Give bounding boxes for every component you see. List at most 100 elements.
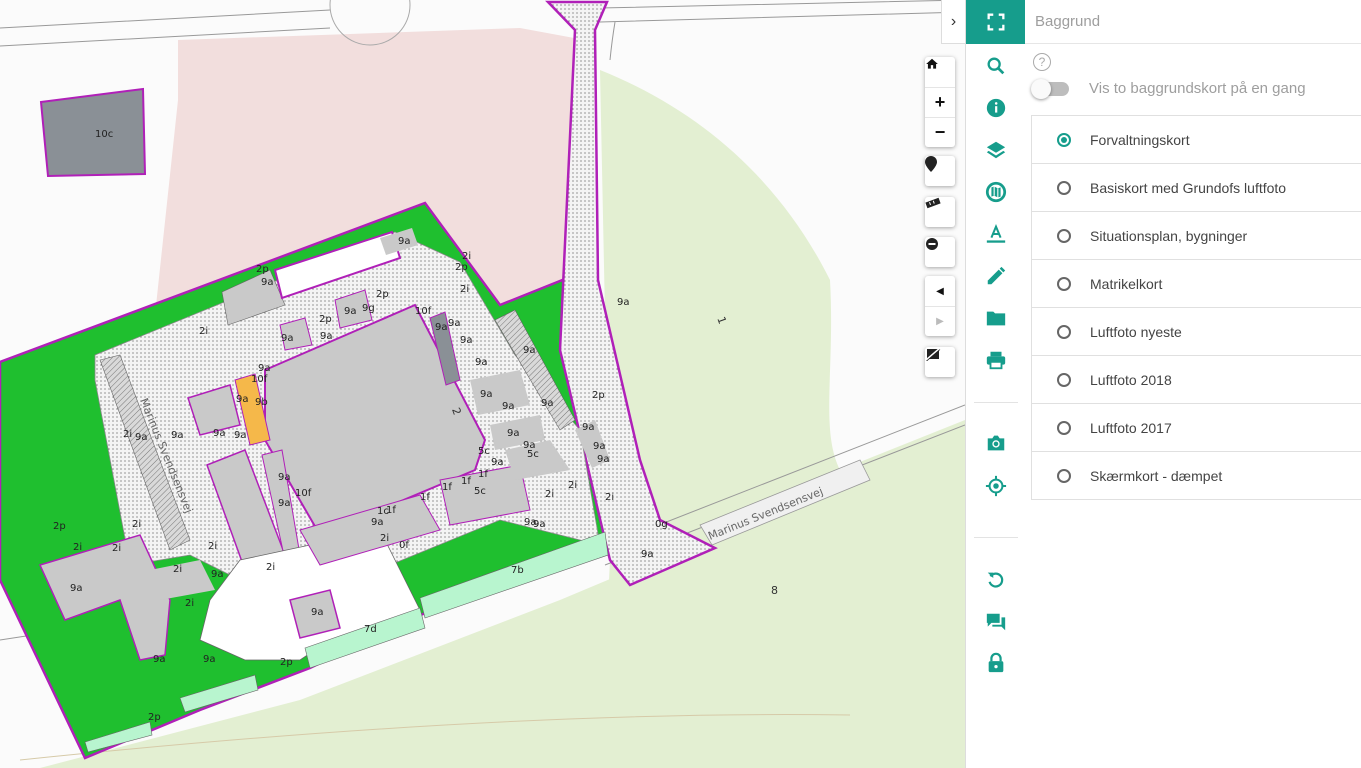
background-option[interactable]: Forvaltningskort bbox=[1031, 116, 1361, 164]
zoom-in-button[interactable]: + bbox=[925, 87, 955, 117]
info-icon bbox=[986, 98, 1006, 118]
zone-label: 9a bbox=[258, 363, 271, 374]
zone-label: 2i bbox=[462, 251, 471, 262]
place-marker-button[interactable] bbox=[925, 156, 955, 186]
zone-label: 9a bbox=[211, 569, 224, 580]
zone-label: 9a bbox=[593, 441, 606, 452]
radio-button[interactable] bbox=[1057, 420, 1071, 435]
fullscreen-icon bbox=[987, 13, 1005, 31]
radio-button[interactable] bbox=[1057, 372, 1071, 387]
clear-button[interactable] bbox=[925, 237, 955, 267]
info-button[interactable] bbox=[966, 87, 1026, 129]
zoom-controls: + − bbox=[925, 57, 955, 147]
zone-label: 9a bbox=[617, 297, 630, 308]
radio-button[interactable] bbox=[1057, 228, 1071, 243]
zone-label: 9b bbox=[255, 397, 268, 408]
option-label: Luftfoto 2018 bbox=[1090, 371, 1172, 388]
background-option[interactable]: Situationsplan, bygninger bbox=[1031, 212, 1361, 260]
zone-label: 9a bbox=[171, 430, 184, 441]
zone-label: 9a bbox=[533, 519, 546, 530]
option-label: Situationsplan, bygninger bbox=[1090, 227, 1248, 244]
zone-label: 9a bbox=[213, 428, 226, 439]
print-button[interactable] bbox=[966, 339, 1026, 381]
zone-label: 9a bbox=[491, 457, 504, 468]
pencil-icon bbox=[987, 266, 1006, 285]
zone-label: 2p bbox=[53, 521, 66, 532]
panel-title: Baggrund bbox=[1025, 0, 1361, 44]
background-option[interactable]: Luftfoto nyeste bbox=[1031, 308, 1361, 356]
collapse-panel-button[interactable]: › bbox=[941, 0, 965, 44]
plus-icon: + bbox=[934, 92, 946, 112]
zoom-out-button[interactable]: − bbox=[925, 117, 955, 147]
zone-label: 1f bbox=[442, 482, 452, 493]
rail-divider bbox=[974, 402, 1018, 403]
zone-label: 2i bbox=[123, 429, 132, 440]
background-option[interactable]: Luftfoto 2018 bbox=[1031, 356, 1361, 404]
screenshot-button[interactable] bbox=[966, 422, 1026, 464]
home-button[interactable] bbox=[925, 57, 955, 87]
layers-button[interactable] bbox=[966, 129, 1026, 171]
zone-label: 5c bbox=[474, 486, 486, 497]
radio-button[interactable] bbox=[1057, 180, 1071, 195]
background-option[interactable]: Luftfoto 2017 bbox=[1031, 404, 1361, 452]
folder-button[interactable] bbox=[966, 297, 1026, 339]
map-canvas[interactable]: Marinus Svendsensvej Marinus Svendsensve… bbox=[0, 0, 965, 768]
legend-toggle-button[interactable] bbox=[925, 347, 955, 377]
zone-label: 9a bbox=[203, 654, 216, 665]
clear-control bbox=[925, 237, 955, 267]
zone-label: 9a bbox=[261, 277, 274, 288]
next-extent-button[interactable]: ▶ bbox=[925, 306, 955, 336]
parcel-number-8: 8 bbox=[771, 584, 778, 597]
background-option[interactable]: Basiskort med Grundofs luftfoto bbox=[1031, 164, 1361, 212]
zone-label: 1c bbox=[377, 506, 389, 517]
printer-icon bbox=[986, 351, 1006, 370]
chevron-right-icon: › bbox=[950, 12, 957, 30]
radio-button[interactable] bbox=[1057, 468, 1071, 483]
feedback-button[interactable] bbox=[966, 601, 1026, 643]
background-option[interactable]: Skærmkort - dæmpet bbox=[1031, 452, 1361, 500]
zone-label: 2p bbox=[376, 289, 389, 300]
dual-background-toggle[interactable] bbox=[1031, 78, 1069, 99]
radio-button[interactable] bbox=[1057, 276, 1071, 291]
radio-button[interactable] bbox=[1057, 132, 1071, 147]
background-map-list: Forvaltningskort Basiskort med Grundofs … bbox=[1031, 115, 1361, 500]
zone-label: 9a bbox=[641, 549, 654, 560]
zone-label: 0g bbox=[655, 519, 668, 530]
zone-label: 9a bbox=[582, 422, 595, 433]
zone-label: 9a bbox=[502, 401, 515, 412]
home-icon bbox=[926, 58, 938, 69]
locate-me-button[interactable] bbox=[966, 465, 1026, 507]
marker-control bbox=[925, 156, 955, 186]
option-label: Basiskort med Grundofs luftfoto bbox=[1090, 179, 1287, 196]
history-controls: ◀ ▶ bbox=[925, 276, 955, 336]
zone-label: 1f bbox=[478, 469, 488, 480]
draw-button[interactable] bbox=[966, 255, 1026, 297]
text-label-button[interactable] bbox=[966, 213, 1026, 255]
zone-label: 7b bbox=[511, 565, 524, 576]
zone-label: 2p bbox=[280, 657, 293, 668]
zone-label: 9a bbox=[311, 607, 324, 618]
fullscreen-button[interactable] bbox=[966, 0, 1026, 44]
toggle-knob bbox=[1031, 78, 1051, 99]
zone-label: 9a bbox=[278, 472, 291, 483]
measure-button[interactable] bbox=[925, 197, 955, 227]
legend-control bbox=[925, 347, 955, 377]
toggle-label: Vis to baggrundskort på en gang bbox=[1089, 80, 1306, 97]
caret-left-icon: ◀ bbox=[936, 285, 944, 297]
zone-label: 2i bbox=[605, 492, 614, 503]
zone-label: 9a bbox=[281, 333, 294, 344]
lock-button[interactable] bbox=[966, 642, 1026, 684]
zone-label: 2i bbox=[568, 480, 577, 491]
crosshair-icon bbox=[985, 475, 1007, 497]
reset-button[interactable] bbox=[966, 559, 1026, 601]
search-button[interactable] bbox=[966, 45, 1026, 87]
background-option[interactable]: Matrikelkort bbox=[1031, 260, 1361, 308]
lock-icon bbox=[988, 652, 1004, 673]
zone-label: 9a bbox=[475, 357, 488, 368]
previous-extent-button[interactable]: ◀ bbox=[925, 276, 955, 306]
zone-label: 9a bbox=[371, 517, 384, 528]
background-maps-button[interactable] bbox=[966, 171, 1026, 213]
radio-button[interactable] bbox=[1057, 324, 1071, 339]
help-icon[interactable]: ? bbox=[1033, 53, 1051, 71]
zone-label: 9a bbox=[597, 454, 610, 465]
